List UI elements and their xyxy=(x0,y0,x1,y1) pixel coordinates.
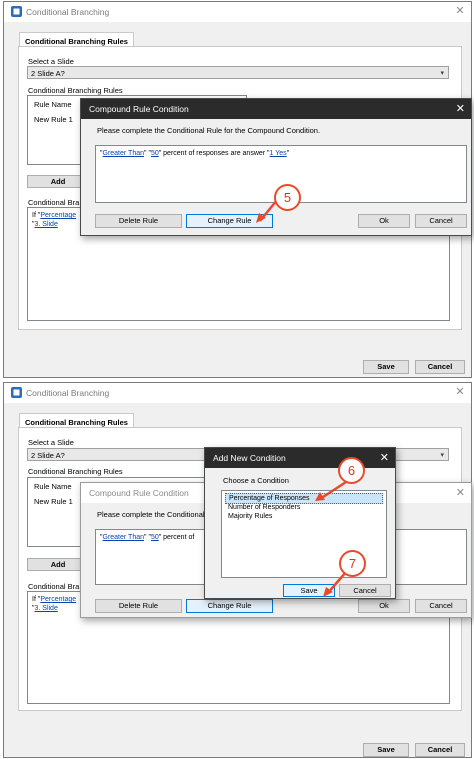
app-icon xyxy=(11,387,22,398)
rules-list-label: Conditional Branching Rules xyxy=(28,86,123,95)
dialog-title: Compound Rule Condition xyxy=(89,104,189,114)
instruction-text: Please complete the Conditional Rule for… xyxy=(97,126,321,135)
select-slide-label: Select a Slide xyxy=(28,57,74,66)
bottom-title-bar: Conditional Branching ✕ xyxy=(4,383,471,403)
rule-text-label: Conditional Bra xyxy=(28,198,80,207)
cancel-button[interactable]: Cancel xyxy=(415,214,467,228)
list-item[interactable]: New Rule 1 xyxy=(34,497,73,506)
list-item[interactable]: Majority Rules xyxy=(225,512,275,521)
instruction-text: Please complete the Conditional xyxy=(97,510,205,519)
dialog-title: Compound Rule Condition xyxy=(89,488,189,498)
rules-list-label: Conditional Branching Rules xyxy=(28,467,123,476)
callout-badge-6: 6 xyxy=(338,457,365,484)
add-condition-dialog: Add New Condition ✕ Choose a Condition P… xyxy=(204,447,396,599)
rule-text-label: Conditional Bra xyxy=(28,582,80,591)
app-icon xyxy=(11,6,22,17)
window-title: Conditional Branching xyxy=(26,388,110,398)
slide-link[interactable]: 3. Slide xyxy=(35,605,58,612)
delete-rule-button[interactable]: Delete Rule xyxy=(95,599,182,613)
dialog-title-bar: Compound Rule Condition ✕ xyxy=(81,99,471,119)
greater-than-link[interactable]: Greater Than xyxy=(103,150,145,157)
slide-link[interactable]: 3. Slide xyxy=(35,221,58,228)
percentage-link[interactable]: Percentage xyxy=(40,596,76,603)
save-button[interactable]: Save xyxy=(363,743,409,757)
top-title-bar: Conditional Branching ✕ xyxy=(4,2,471,22)
callout-badge-7: 7 xyxy=(339,550,366,577)
list-item[interactable]: Number of Responders xyxy=(225,503,303,512)
tab-conditional-branching-rules[interactable]: Conditional Branching Rules xyxy=(19,32,134,46)
slide-select[interactable]: 2 Slide A? ▾ xyxy=(27,66,449,79)
fifty-link[interactable]: 50 xyxy=(151,150,159,157)
close-icon[interactable]: ✕ xyxy=(380,448,389,468)
slide-select-value: 2 Slide A? xyxy=(31,69,65,78)
delete-rule-button[interactable]: Delete Rule xyxy=(95,214,182,228)
list-item[interactable]: New Rule 1 xyxy=(34,115,73,124)
close-icon[interactable]: ✕ xyxy=(456,483,465,503)
change-rule-button[interactable]: Change Rule xyxy=(186,599,273,613)
ok-button[interactable]: Ok xyxy=(358,599,410,613)
ok-button[interactable]: Ok xyxy=(358,214,410,228)
close-icon[interactable]: ✕ xyxy=(453,385,467,399)
answer-link[interactable]: 1 Yes xyxy=(270,150,287,157)
save-button[interactable]: Save xyxy=(363,360,409,374)
greater-than-link[interactable]: Greater Than xyxy=(103,534,145,541)
fifty-link[interactable]: 50 xyxy=(151,534,159,541)
rule-name-header: Rule Name xyxy=(34,100,72,109)
choose-condition-label: Choose a Condition xyxy=(223,476,289,485)
tab-conditional-branching-rules[interactable]: Conditional Branching Rules xyxy=(19,413,134,427)
chevron-down-icon: ▾ xyxy=(440,452,444,459)
cancel-button[interactable]: Cancel xyxy=(415,599,467,613)
window-title: Conditional Branching xyxy=(26,7,110,17)
close-icon[interactable]: ✕ xyxy=(453,4,467,18)
chevron-down-icon: ▾ xyxy=(440,70,444,77)
cancel-button[interactable]: Cancel xyxy=(415,360,465,374)
dialog-title-bar: Add New Condition ✕ xyxy=(205,448,395,468)
percentage-link[interactable]: Percentage xyxy=(40,212,76,219)
cancel-button[interactable]: Cancel xyxy=(415,743,465,757)
callout-badge-5: 5 xyxy=(274,184,301,211)
close-icon[interactable]: ✕ xyxy=(456,99,465,119)
select-slide-label: Select a Slide xyxy=(28,438,74,447)
dialog-title: Add New Condition xyxy=(213,453,286,463)
rule-name-header: Rule Name xyxy=(34,482,72,491)
slide-select-value: 2 Slide A? xyxy=(31,451,65,460)
